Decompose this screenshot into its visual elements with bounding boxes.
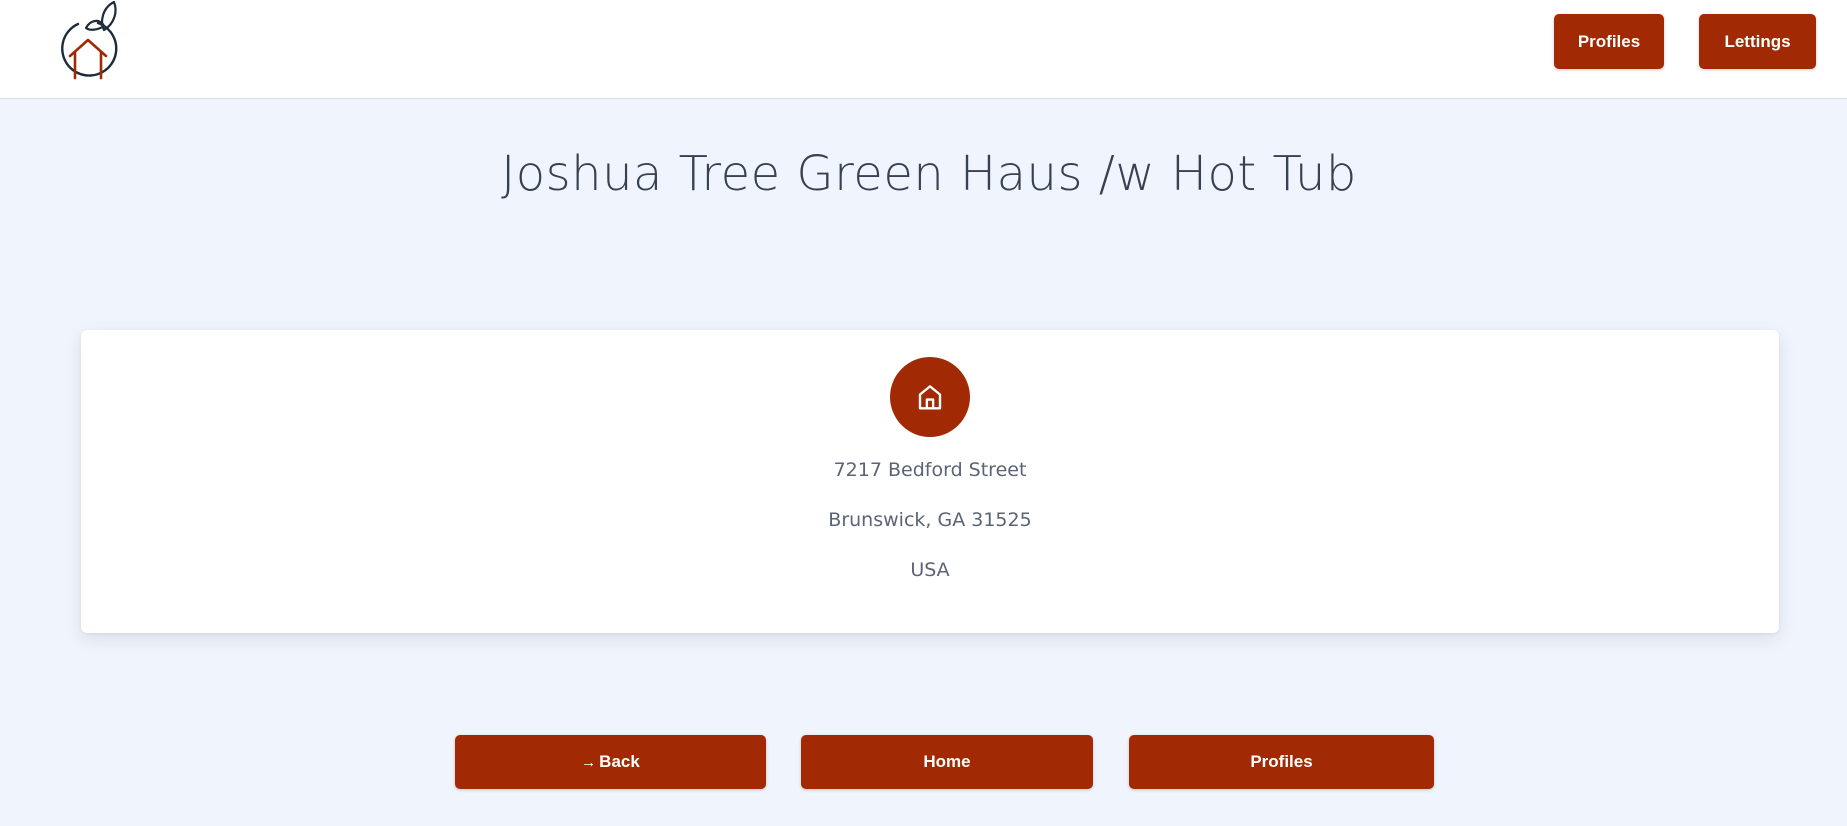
home-icon [918, 385, 942, 410]
page-title: Joshua Tree Green Haus /w Hot Tub [501, 146, 1357, 202]
logo[interactable] [56, 0, 126, 86]
nav-profiles-button[interactable]: Profiles [1554, 14, 1664, 69]
address-street: 7217 Bedford Street [833, 459, 1027, 481]
address-country: USA [910, 559, 950, 581]
home-button[interactable]: Home [801, 735, 1093, 789]
back-button[interactable]: → Back [455, 735, 766, 789]
logo-icon [61, 0, 118, 80]
top-navbar: Profiles Lettings [0, 0, 1847, 99]
profiles-button[interactable]: Profiles [1129, 735, 1434, 789]
nav-lettings-button[interactable]: Lettings [1699, 14, 1816, 69]
address-city-state-zip: Brunswick, GA 31525 [828, 509, 1032, 531]
home-badge [890, 357, 970, 437]
back-button-label: Back [599, 752, 640, 771]
arrow-right-icon: → [581, 753, 597, 771]
address-card: 7217 Bedford Street Brunswick, GA 31525 … [81, 330, 1779, 633]
